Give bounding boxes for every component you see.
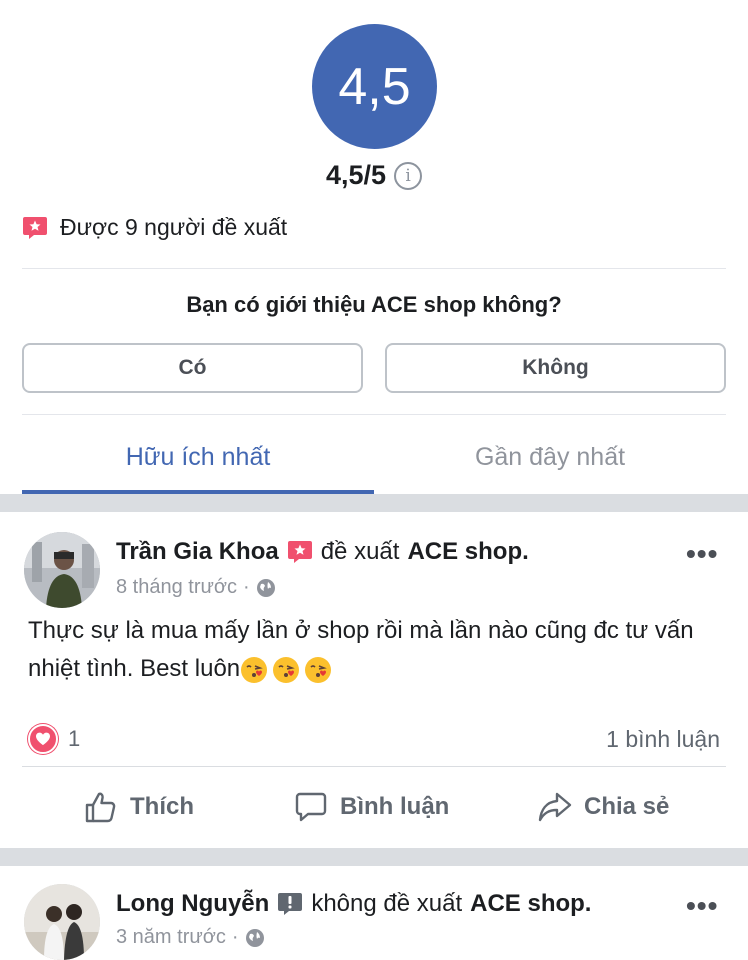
- avatar-photo: [24, 532, 100, 608]
- reaction-count: 1: [68, 726, 81, 751]
- like-button[interactable]: Thích: [84, 790, 194, 824]
- meta-dot: ·: [243, 576, 250, 598]
- post-meta: 8 tháng trước ·: [116, 576, 276, 599]
- recommend-question: Bạn có giới thiệu ACE shop không?: [186, 292, 562, 317]
- rating-score-circle: 4,5: [312, 24, 437, 149]
- rating-summary: 4,5/5 i: [0, 160, 748, 191]
- page-name[interactable]: ACE shop.: [407, 538, 528, 566]
- recommend-icon: [23, 216, 47, 239]
- kissing-face-emoji: [273, 656, 300, 683]
- not-recommend-icon: [278, 893, 303, 915]
- meta-dot: ·: [231, 926, 239, 948]
- globe-icon: [245, 928, 264, 947]
- author-name[interactable]: Trần Gia Khoa: [116, 538, 279, 566]
- rating-score-full: 4,5/5: [325, 160, 387, 190]
- post-action: không đề xuất: [311, 890, 463, 917]
- section-separator: [0, 494, 748, 512]
- share-label: Chia sẻ: [584, 793, 670, 820]
- rating-score: 4,5: [338, 57, 411, 116]
- post-body: Thực sự là mua mấy lần ở shop rồi mà lần…: [28, 617, 694, 682]
- like-label: Thích: [130, 793, 194, 820]
- author-name[interactable]: Long Nguyễn: [116, 890, 269, 918]
- share-icon: [538, 792, 572, 822]
- more-options-icon[interactable]: •••: [686, 890, 718, 922]
- post-time[interactable]: 3 năm trước: [116, 926, 226, 949]
- post-text: Thực sự là mua mấy lần ở shop rồi mà lần…: [28, 612, 718, 688]
- section-separator: [0, 848, 748, 866]
- kissing-face-emoji: [241, 656, 268, 683]
- post-header: Trần Gia Khoa đề xuất ACE shop.: [116, 538, 529, 566]
- share-button[interactable]: Chia sẻ: [538, 790, 669, 824]
- post-action: đề xuất: [320, 538, 400, 565]
- tab-most-recent[interactable]: Gần đây nhất: [374, 422, 726, 492]
- page-name[interactable]: ACE shop.: [470, 890, 591, 918]
- kissing-face-emoji: [305, 656, 332, 683]
- comment-icon: [295, 792, 327, 822]
- yes-button[interactable]: Có: [22, 343, 363, 393]
- post-header: Long Nguyễn không đề xuất ACE shop.: [116, 890, 591, 918]
- more-options-icon[interactable]: •••: [686, 538, 718, 570]
- avatar[interactable]: [24, 884, 100, 960]
- comment-label: Bình luận: [340, 793, 450, 820]
- divider: [22, 268, 726, 269]
- divider: [22, 766, 726, 767]
- no-button[interactable]: Không: [385, 343, 726, 393]
- post-meta: 3 năm trước ·: [116, 926, 265, 949]
- divider: [22, 414, 726, 415]
- globe-icon: [256, 578, 275, 597]
- comment-button[interactable]: Bình luận: [294, 790, 449, 824]
- avatar-photo: [24, 884, 100, 960]
- recommend-icon: [287, 541, 312, 563]
- post-time[interactable]: 8 tháng trước: [116, 576, 237, 599]
- tab-most-helpful[interactable]: Hữu ích nhất: [22, 422, 374, 492]
- recommend-summary: Được 9 người đề xuất: [22, 214, 287, 241]
- info-icon[interactable]: i: [394, 161, 423, 190]
- comment-count[interactable]: 1 bình luận: [606, 726, 720, 753]
- recommend-count-text: Được 9 người đề xuất: [60, 214, 288, 240]
- thumbs-up-icon: [85, 792, 116, 823]
- avatar[interactable]: [24, 532, 100, 608]
- love-reaction-icon: [28, 724, 58, 754]
- reaction-summary[interactable]: 1: [28, 724, 80, 754]
